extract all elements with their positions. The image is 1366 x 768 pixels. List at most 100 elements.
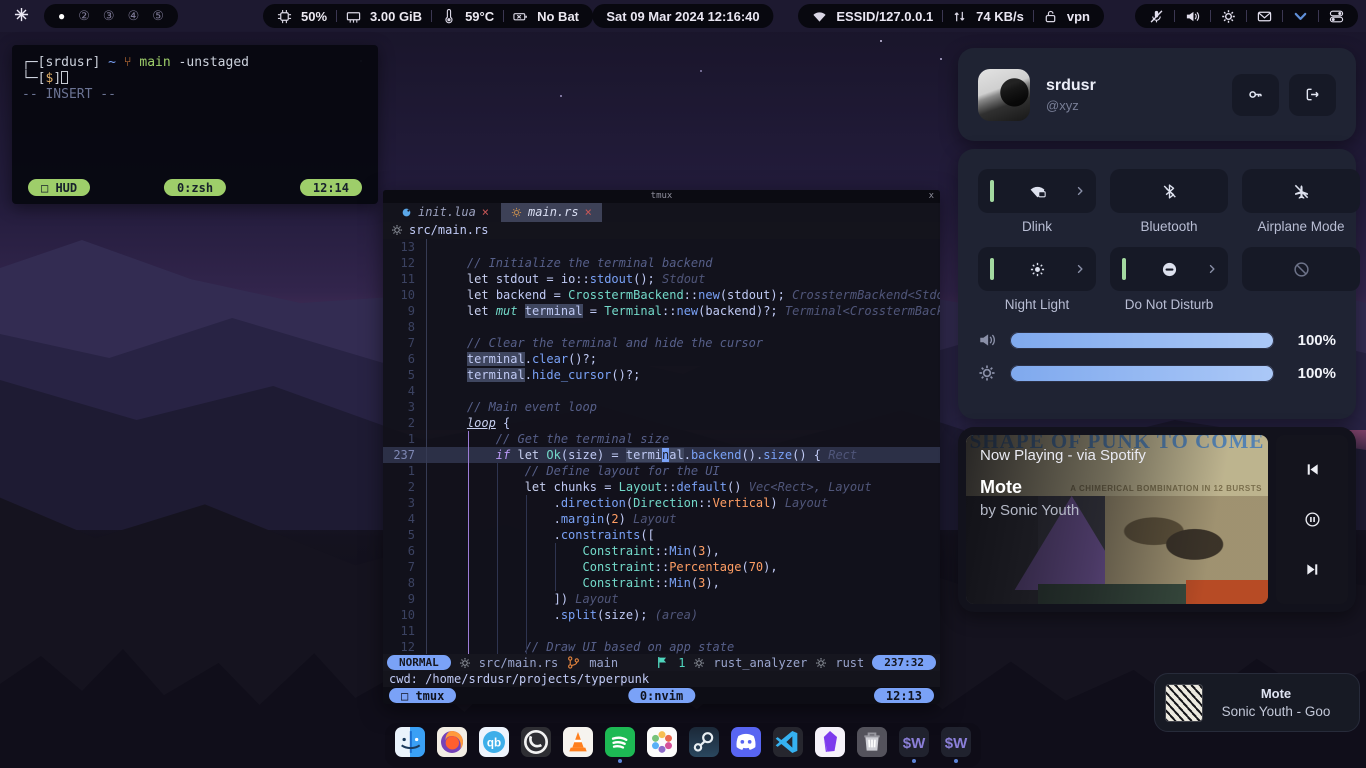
dock-item-discord[interactable] [731, 727, 761, 763]
chevron-right-icon[interactable] [1074, 185, 1086, 197]
photos-icon [647, 727, 677, 757]
dock-item-qbittorrent[interactable]: qb [479, 727, 509, 763]
workspace-active[interactable]: ● [58, 9, 65, 23]
indent-guide [468, 431, 469, 654]
tab-close-icon[interactable]: × [585, 205, 592, 219]
divider [336, 10, 337, 22]
svg-text:$W: $W [945, 735, 968, 752]
dock-item-vscode[interactable] [773, 727, 803, 763]
gear-icon[interactable] [1221, 9, 1236, 24]
dock-item-obs[interactable] [521, 727, 551, 763]
divider [1174, 10, 1175, 22]
dock-item-vlc[interactable] [563, 727, 593, 763]
distro-logo-icon [14, 7, 29, 22]
desktop: ●②③④⑤ 50% 3.00 GiB 59°C No Bat Sat 09 Ma… [0, 0, 1366, 768]
album-art: SHAPE OF PUNK TO COME A CHIMERICAL BOMBI… [966, 435, 1268, 604]
microphone-muted-icon[interactable] [1149, 9, 1164, 24]
tmux-window-pill[interactable]: 0:zsh [164, 179, 226, 196]
dock-item-finder[interactable] [395, 727, 425, 763]
code-line: 6 terminal.clear()?; [383, 351, 940, 367]
volume-icon [978, 331, 996, 349]
dock-item-dollar-w[interactable]: $W [941, 727, 971, 763]
prompt-line-2: └─[$] [12, 71, 378, 87]
dock-item-spotify[interactable] [605, 727, 635, 763]
volume-slider[interactable] [1010, 332, 1274, 349]
dock-item-firefox[interactable] [437, 727, 467, 763]
speaker-icon[interactable] [1185, 9, 1200, 24]
dock-item-photos[interactable] [647, 727, 677, 763]
workspace-5[interactable]: ⑤ [152, 8, 164, 24]
dock-item-obsidian[interactable] [815, 727, 845, 763]
username: srdusr [1046, 77, 1096, 95]
running-indicator [954, 759, 958, 763]
tab-main.rs[interactable]: main.rs× [501, 203, 602, 222]
next-track-button[interactable] [1305, 562, 1320, 577]
diagnostics-count: 1 [678, 656, 685, 670]
editor-window[interactable]: tmux x init.lua×main.rs× src/main.rs 131… [383, 190, 940, 704]
tab-close-icon[interactable]: × [482, 205, 489, 219]
toggle-airplane-mode[interactable] [1242, 169, 1360, 213]
code-line: 7 // Clear the terminal and hide the cur… [383, 335, 940, 351]
code-line: 9 let mut terminal = Terminal::new(backe… [383, 303, 940, 319]
pause-button[interactable] [1305, 512, 1320, 527]
window-close-button[interactable]: x [929, 191, 934, 201]
workspace-switcher[interactable]: ● ②③④⑤ [44, 4, 178, 28]
line-number: 8 [383, 319, 427, 335]
rust-icon [511, 207, 522, 218]
mail-icon[interactable] [1257, 9, 1272, 24]
tmux-session-pill[interactable]: □ HUD [28, 179, 90, 196]
window-title: tmux [651, 191, 673, 201]
password-key-button[interactable] [1232, 74, 1279, 116]
trash-icon [857, 727, 887, 757]
media-notification[interactable]: Mote Sonic Youth - Goo [1154, 673, 1360, 732]
tmux-session-pill[interactable]: □ tmux [389, 688, 456, 703]
next-icon [1305, 562, 1320, 577]
network-speed-icon [952, 9, 967, 24]
workspace-2[interactable]: ② [78, 8, 90, 24]
tmux-clock-pill: 12:14 [300, 179, 362, 196]
brightness-slider[interactable] [1010, 365, 1274, 382]
code-line: 10 .split(size); (area) [383, 607, 940, 623]
toggle-label: Airplane Mode [1257, 213, 1344, 239]
toggle-bluetooth[interactable] [1110, 169, 1228, 213]
cursor-position-badge: 237:32 [872, 655, 936, 670]
chevron-right-icon[interactable] [1206, 263, 1218, 275]
toggles-icon[interactable] [1329, 9, 1344, 24]
divider [1282, 10, 1283, 22]
track-title: Mote [980, 477, 1146, 498]
statusline-file: src/main.rs [479, 656, 558, 670]
chevron-down-icon[interactable] [1293, 9, 1308, 24]
line-number: 9 [383, 591, 427, 607]
tab-init.lua[interactable]: init.lua× [391, 203, 499, 222]
toggle-blocked[interactable] [1242, 247, 1360, 291]
active-indicator [990, 180, 994, 202]
volume-slider-row: 100% [978, 331, 1336, 349]
previous-icon [1305, 462, 1320, 477]
chevron-right-icon[interactable] [1074, 263, 1086, 275]
workspace-3[interactable]: ③ [103, 8, 115, 24]
toggle-dlink[interactable] [978, 169, 1096, 213]
steam-icon [689, 727, 719, 757]
airplane-off-icon [1293, 183, 1310, 200]
discord-icon [731, 727, 761, 757]
editor-statusline: NORMAL src/main.rs main 1 rust_analyzer … [383, 654, 940, 671]
diagnostics-flag-icon [655, 655, 670, 670]
git-branch-icon [566, 655, 581, 670]
line-number: 7 [383, 559, 427, 575]
dock-item-steam[interactable] [689, 727, 719, 763]
dock-item-dollar-w[interactable]: $W [899, 727, 929, 763]
terminal-window[interactable]: ┌─[srdusr] ~ ⑂ main -unstaged └─[$] -- I… [12, 45, 378, 204]
workspace-4[interactable]: ④ [128, 8, 140, 24]
dock-item-trash[interactable] [857, 727, 887, 763]
toggle-do-not-disturb[interactable] [1110, 247, 1228, 291]
code-area[interactable]: 1312 // Initialize the terminal backend1… [383, 239, 940, 654]
brightness-slider-row: 100% [978, 364, 1336, 382]
logout-button[interactable] [1289, 74, 1336, 116]
previous-track-button[interactable] [1305, 462, 1320, 477]
tmux-window-pill[interactable]: 0:nvim [628, 688, 695, 703]
wifi-icon [812, 9, 827, 24]
pause-icon [1305, 512, 1320, 527]
lsp-name: rust_analyzer [713, 656, 807, 670]
network-widget[interactable]: ESSID/127.0.0.1 74 KB/s vpn [798, 4, 1104, 28]
toggle-night-light[interactable] [978, 247, 1096, 291]
